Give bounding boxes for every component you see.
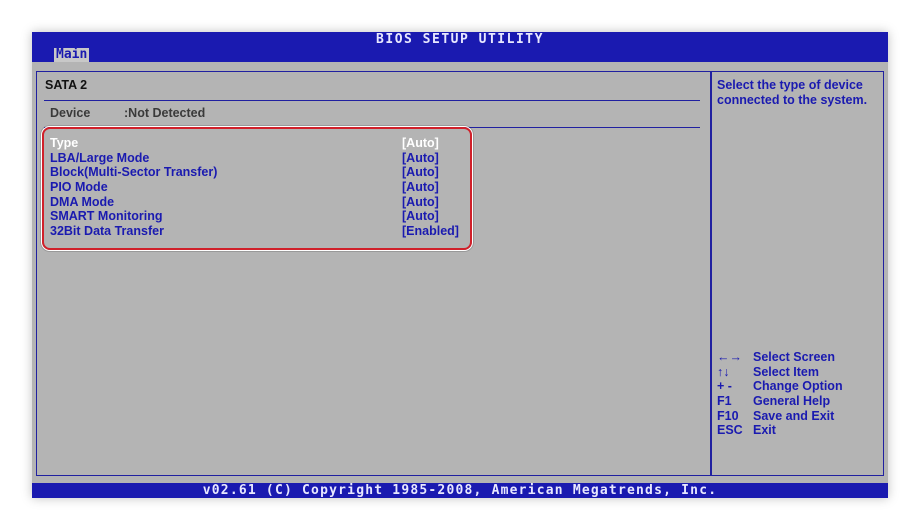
key-description: Change Option	[753, 379, 843, 394]
key-label: F1	[717, 394, 732, 409]
page-title: SATA 2	[45, 78, 88, 92]
left-right-arrow-icon: ←→	[717, 350, 742, 364]
key-description: Select Screen	[753, 350, 835, 364]
key-label: ESC	[717, 423, 743, 438]
key-row-select-screen: ←→ Select Screen	[717, 350, 881, 365]
title-bar: BIOS SETUP UTILITY	[32, 32, 888, 48]
copyright-text: v02.61 (C) Copyright 1985-2008, American…	[202, 483, 718, 498]
key-label: F10	[717, 408, 739, 423]
help-description: Select the type of device connected to t…	[717, 78, 868, 107]
key-row-save-exit: F10 Save and Exit	[717, 409, 881, 424]
key-label: + -	[717, 379, 732, 394]
key-description: Exit	[753, 423, 776, 438]
tab-main[interactable]: Main	[54, 48, 90, 62]
key-description: General Help	[753, 394, 831, 409]
key-row-change-option: + - Change Option	[717, 379, 881, 394]
divider	[44, 100, 700, 101]
key-row-select-item: ↑↓ Select Item	[717, 365, 881, 380]
footer-bar: v02.61 (C) Copyright 1985-2008, American…	[32, 483, 888, 498]
bios-title: BIOS SETUP UTILITY	[376, 32, 544, 47]
key-legend: ←→ Select Screen ↑↓ Select Item + - Chan…	[717, 350, 881, 438]
device-value: :Not Detected	[124, 106, 206, 120]
up-down-arrow-icon: ↑↓	[717, 364, 730, 379]
annotation-highlight-box	[42, 127, 472, 250]
key-description: Select Item	[753, 364, 820, 379]
key-row-general-help: F1 General Help	[717, 394, 881, 409]
key-row-exit: ESC Exit	[717, 423, 881, 438]
key-description: Save and Exit	[753, 408, 835, 423]
bios-screen: BIOS SETUP UTILITY Main SATA 2 Device :N…	[32, 32, 888, 498]
tab-strip: Main	[32, 48, 888, 62]
device-label: Device	[50, 106, 91, 120]
